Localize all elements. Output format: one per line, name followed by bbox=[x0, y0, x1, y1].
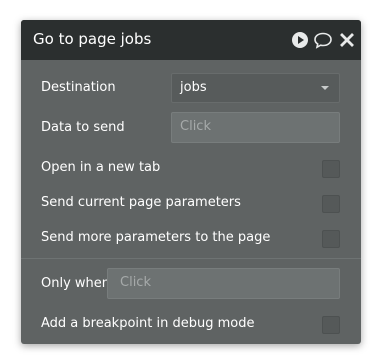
destination-label: Destination bbox=[41, 80, 116, 95]
only-when-label: Only when bbox=[41, 276, 111, 291]
data-to-send-placeholder: Click bbox=[180, 119, 211, 134]
only-when-input[interactable]: Click bbox=[107, 268, 340, 299]
send-current-params-label: Send current page parameters bbox=[41, 195, 241, 210]
breakpoint-label: Add a breakpoint in debug mode bbox=[41, 316, 255, 331]
breakpoint-checkbox[interactable] bbox=[322, 316, 340, 334]
section-divider bbox=[21, 258, 361, 259]
send-more-params-checkbox[interactable] bbox=[322, 230, 340, 248]
comment-icon[interactable] bbox=[313, 30, 333, 50]
play-icon[interactable] bbox=[290, 30, 310, 50]
panel-title: Go to page jobs bbox=[33, 30, 152, 48]
send-current-params-checkbox[interactable] bbox=[322, 195, 340, 213]
send-more-params-label: Send more parameters to the page bbox=[41, 230, 271, 245]
data-to-send-label: Data to send bbox=[41, 120, 125, 135]
chevron-down-icon bbox=[321, 86, 329, 90]
only-when-placeholder: Click bbox=[120, 275, 151, 290]
data-to-send-input[interactable]: Click bbox=[171, 112, 340, 143]
destination-dropdown[interactable]: jobs bbox=[171, 73, 340, 103]
open-new-tab-label: Open in a new tab bbox=[41, 160, 161, 175]
destination-value: jobs bbox=[180, 80, 207, 95]
open-new-tab-checkbox[interactable] bbox=[322, 160, 340, 178]
close-icon[interactable] bbox=[337, 30, 357, 50]
panel-header: Go to page jobs bbox=[21, 20, 361, 60]
action-editor-panel: Go to page jobs Destination jobs Data to… bbox=[21, 20, 361, 344]
